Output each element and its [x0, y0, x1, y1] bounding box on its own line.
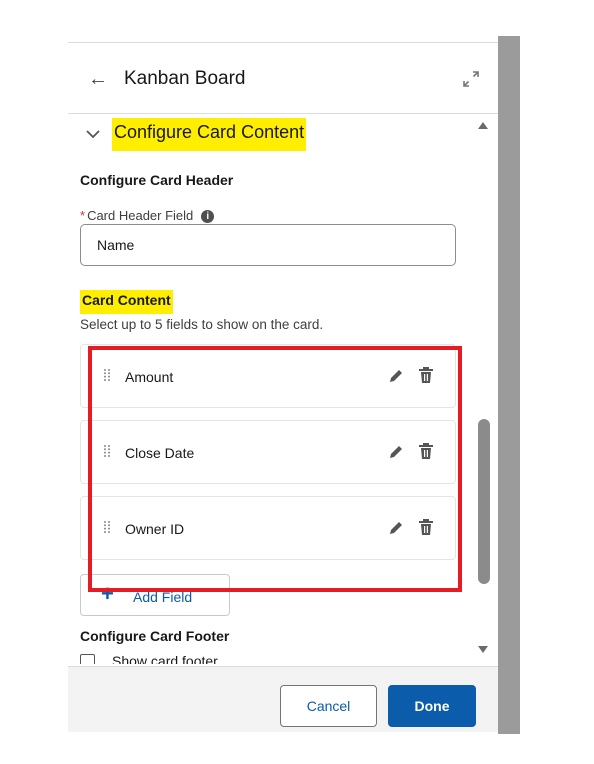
trash-icon[interactable] [418, 518, 434, 536]
pencil-icon[interactable] [387, 443, 405, 461]
plus-icon: + [101, 581, 114, 606]
pencil-icon[interactable] [387, 519, 405, 537]
card-header-field-input[interactable]: Name [80, 224, 456, 266]
drag-handle-icon[interactable] [103, 368, 111, 382]
show-card-footer-checkbox[interactable] [80, 654, 95, 664]
field-item-owner-id[interactable]: Owner ID [80, 496, 456, 560]
settings-scroll-area[interactable]: Configure Card Content Configure Card He… [68, 114, 472, 664]
card-content-help-text: Select up to 5 fields to show on the car… [80, 317, 324, 332]
scroll-down-arrow-icon[interactable] [478, 646, 488, 653]
field-label-text: Card Header Field [87, 208, 194, 223]
drag-handle-icon[interactable] [103, 444, 111, 458]
section-toggle[interactable]: Configure Card Content [84, 117, 307, 151]
add-field-label: Add Field [133, 589, 193, 605]
field-item-label: Close Date [125, 445, 195, 461]
info-icon[interactable]: i [201, 210, 215, 224]
config-panel: ← Kanban Board Configure Card Content Co… [68, 42, 498, 732]
field-item-label: Owner ID [125, 521, 185, 537]
panel-title: Kanban Board [124, 68, 246, 89]
trash-icon[interactable] [418, 442, 434, 460]
cancel-button[interactable]: Cancel [280, 685, 377, 727]
chevron-down-icon [86, 130, 100, 139]
panel-header: ← Kanban Board [68, 43, 498, 114]
scroll-up-arrow-icon[interactable] [478, 122, 488, 129]
field-item-label: Amount [125, 369, 174, 385]
arrow-left-icon[interactable]: ← [88, 69, 108, 89]
show-card-footer-label: Show card footer [112, 653, 218, 664]
card-header-field-label: * Card Header Field i [80, 208, 215, 224]
card-footer-heading: Configure Card Footer [80, 628, 230, 644]
card-content-heading: Card Content [80, 290, 173, 314]
scrollbar-thumb[interactable] [478, 419, 490, 584]
card-content-heading-text: Card Content [80, 290, 173, 314]
required-marker: * [80, 208, 86, 223]
background-strip [498, 36, 520, 734]
add-field-button[interactable]: + Add Field [80, 574, 230, 616]
section-title: Configure Card Content [112, 117, 307, 151]
panel-footer: Cancel Done [68, 666, 498, 732]
pencil-icon[interactable] [387, 367, 405, 385]
field-item-amount[interactable]: Amount [80, 344, 456, 408]
card-header-heading: Configure Card Header [80, 172, 234, 188]
drag-handle-icon[interactable] [103, 520, 111, 534]
trash-icon[interactable] [418, 366, 434, 384]
field-item-close-date[interactable]: Close Date [80, 420, 456, 484]
done-button[interactable]: Done [388, 685, 476, 727]
expand-icon[interactable] [462, 70, 480, 88]
